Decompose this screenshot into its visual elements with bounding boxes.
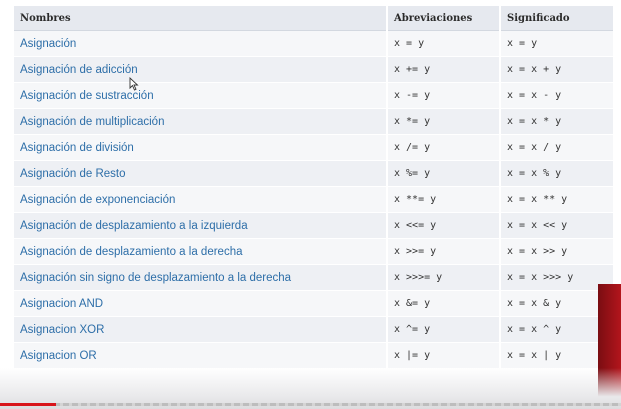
table-row: Asignacion XOR x ^= yx = x ^ y <box>14 316 613 343</box>
table-row: Asignación de multiplicación x *= yx = x … <box>14 108 613 135</box>
operator-abbreviation: x %= y <box>386 160 500 187</box>
operator-name[interactable]: Asignacion AND <box>14 290 387 317</box>
operator-name[interactable]: Asignación sin signo de desplazamiento a… <box>14 264 387 291</box>
video-progress-track[interactable] <box>0 403 621 406</box>
video-progress-fill <box>0 403 56 406</box>
operator-meaning: x = x % y <box>499 160 613 187</box>
table-row: Asignación de división x /= yx = x / y <box>14 134 613 161</box>
table-row: Asignacion OR x |= yx = x | y <box>14 342 613 369</box>
operator-abbreviation: x *= y <box>386 108 500 135</box>
operator-meaning: x = x >>> y <box>499 264 613 291</box>
table-row: Asignación de desplazamiento a la derech… <box>14 238 613 265</box>
operator-name[interactable]: Asignacion OR <box>14 342 387 369</box>
operator-abbreviation: x |= y <box>386 342 500 369</box>
assignment-operators-table: Nombres Abreviaciones Significado Asigna… <box>14 6 613 369</box>
table-row: Asignación de exponenciación x **= yx = x… <box>14 186 613 213</box>
operator-name[interactable]: Asignación <box>14 30 387 57</box>
operator-abbreviation: x = y <box>386 30 500 57</box>
operator-name[interactable]: Asignación de adicción <box>14 56 387 83</box>
table-row: Asignación de sustracción x -= yx = x - y <box>14 82 613 109</box>
table-row: Asignación de Resto x %= yx = x % y <box>14 160 613 187</box>
table-row: Asignación de desplazamiento a la izquie… <box>14 212 613 239</box>
operator-meaning: x = x >> y <box>499 238 613 265</box>
operator-meaning: x = x ^ y <box>499 316 613 343</box>
table-row: Asignación sin signo de desplazamiento a… <box>14 264 613 291</box>
operator-meaning: x = x << y <box>499 212 613 239</box>
header-abreviaciones: Abreviaciones <box>386 6 500 31</box>
operator-meaning: x = x ** y <box>499 186 613 213</box>
header-nombres: Nombres <box>14 6 387 31</box>
operator-meaning: x = y <box>499 30 613 57</box>
operator-abbreviation: x >>= y <box>386 238 500 265</box>
operator-meaning: x = x & y <box>499 290 613 317</box>
operator-abbreviation: x -= y <box>386 82 500 109</box>
operator-abbreviation: x >>>= y <box>386 264 500 291</box>
operator-name[interactable]: Asignación de multiplicación <box>14 108 387 135</box>
operator-name[interactable]: Asignación de exponenciación <box>14 186 387 213</box>
operator-abbreviation: x ^= y <box>386 316 500 343</box>
operator-abbreviation: x <<= y <box>386 212 500 239</box>
operator-abbreviation: x &= y <box>386 290 500 317</box>
operator-name[interactable]: Asignación de sustracción <box>14 82 387 109</box>
header-significado: Significado <box>499 6 613 31</box>
mouse-pointer-icon <box>129 77 139 91</box>
table-row: Asignación de adicción x += yx = x + y <box>14 56 613 83</box>
operator-abbreviation: x **= y <box>386 186 500 213</box>
operator-name[interactable]: Asignación de desplazamiento a la izquie… <box>14 212 387 239</box>
operator-meaning: x = x / y <box>499 134 613 161</box>
operator-name[interactable]: Asignación de Resto <box>14 160 387 187</box>
operator-name[interactable]: Asignación de división <box>14 134 387 161</box>
operator-abbreviation: x += y <box>386 56 500 83</box>
table-header-row: Nombres Abreviaciones Significado <box>14 6 613 31</box>
table-row: Asignacion AND x &= yx = x & y <box>14 290 613 317</box>
operator-name[interactable]: Asignacion XOR <box>14 316 387 343</box>
operator-meaning: x = x + y <box>499 56 613 83</box>
operator-meaning: x = x - y <box>499 82 613 109</box>
table-row: Asignación x = yx = y <box>14 30 613 57</box>
operator-name[interactable]: Asignación de desplazamiento a la derech… <box>14 238 387 265</box>
operator-abbreviation: x /= y <box>386 134 500 161</box>
operator-meaning: x = x | y <box>499 342 613 369</box>
operator-meaning: x = x * y <box>499 108 613 135</box>
